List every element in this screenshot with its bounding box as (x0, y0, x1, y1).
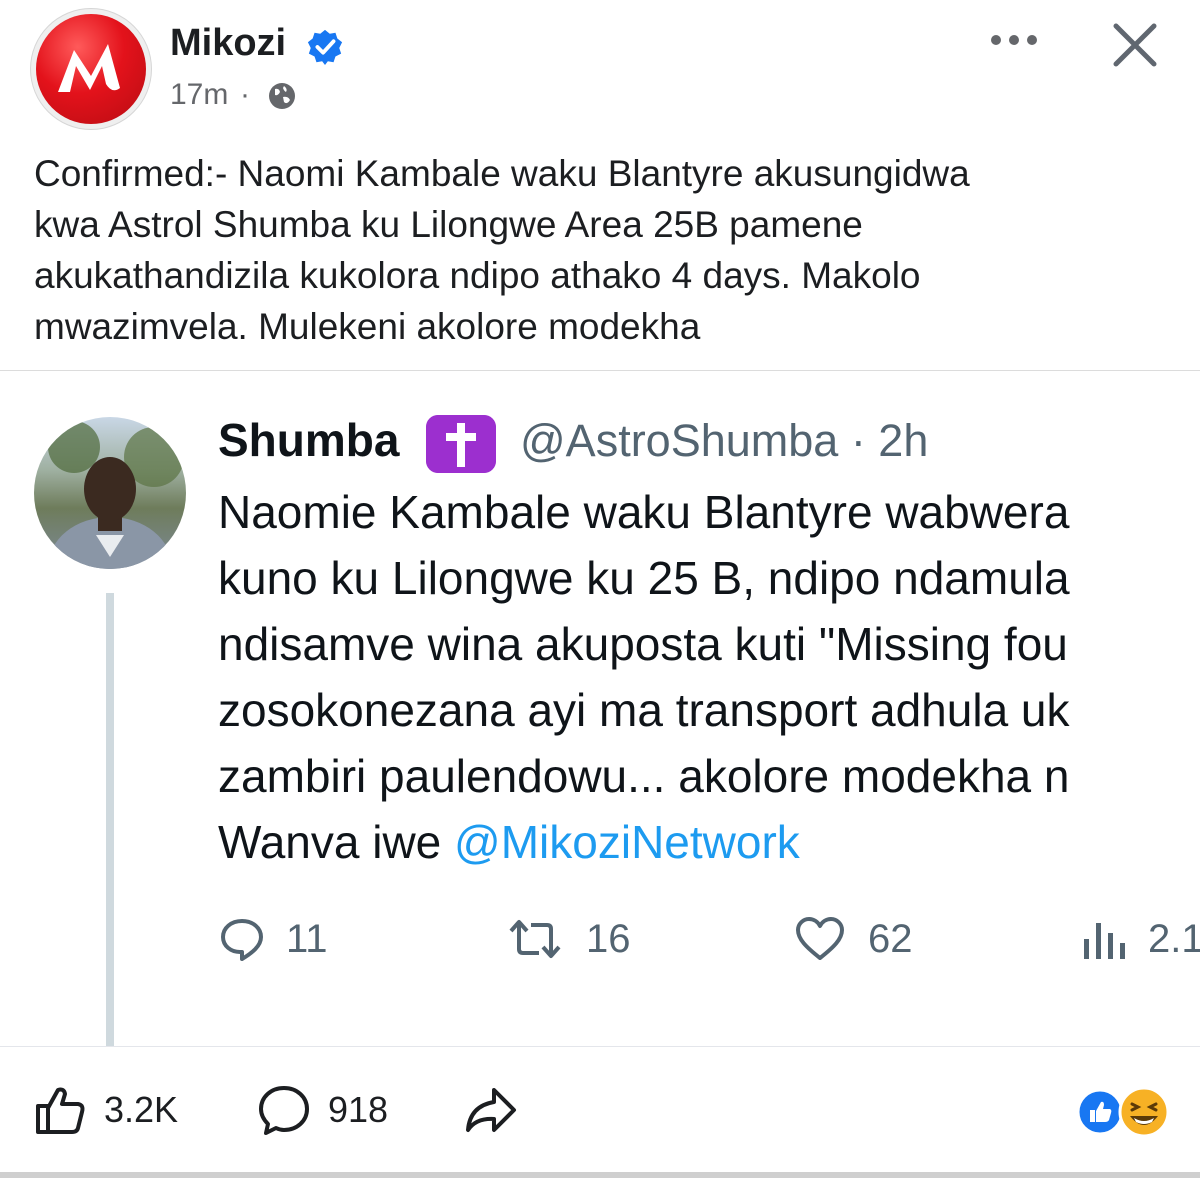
post-caption: Confirmed:- Naomi Kambale waku Blantyre … (34, 153, 970, 347)
like-count-footer: 3.2K (104, 1089, 179, 1130)
comment-icon (259, 1086, 309, 1135)
heart-icon (796, 917, 844, 960)
verified-badge-icon (307, 29, 343, 66)
globe-icon (269, 83, 295, 109)
like-count: 62 (868, 916, 913, 961)
haha-reaction-icon (1118, 1086, 1170, 1138)
tweet-avatar (34, 417, 186, 569)
retweet-count: 16 (586, 916, 631, 961)
tweet-retweet-button[interactable]: 16 (504, 911, 631, 967)
reply-count: 11 (286, 916, 328, 961)
latin-cross-icon (426, 415, 496, 473)
tweet-handle-time[interactable]: @AstroShumba · 2h (520, 415, 928, 467)
more-icon[interactable] (986, 20, 1042, 60)
mikozi-logo-icon (58, 44, 120, 92)
views-icon (1084, 923, 1125, 959)
comment-count: 918 (328, 1089, 389, 1130)
tweet-author-name[interactable]: Shumba (218, 413, 399, 467)
thread-line (106, 593, 114, 1047)
separator-dot: · (240, 78, 250, 111)
comment-button[interactable]: 918 (256, 1078, 388, 1142)
bottom-edge (0, 1172, 1200, 1178)
retweet-icon (509, 920, 561, 958)
tweet-reply-button[interactable]: 11 (218, 911, 328, 967)
reply-icon (221, 919, 263, 961)
share-button[interactable] (462, 1078, 518, 1142)
page-avatar[interactable] (36, 14, 146, 124)
reactions-summary[interactable] (1074, 1084, 1172, 1140)
share-icon (466, 1088, 516, 1132)
like-icon (36, 1087, 85, 1134)
tweet-text: Naomie Kambale waku Blantyre wabwera kuno… (218, 486, 1070, 868)
close-icon[interactable] (1108, 18, 1162, 72)
tweet-like-button[interactable]: 62 (792, 911, 913, 967)
views-count: 2.1 (1148, 916, 1200, 961)
like-button[interactable]: 3.2K (32, 1078, 178, 1142)
like-reaction-icon (1076, 1088, 1124, 1136)
page-name[interactable]: Mikozi (170, 22, 286, 65)
divider (0, 1046, 1200, 1047)
tweet-views-button[interactable]: 2.1 (1080, 911, 1200, 967)
post-time[interactable]: 17m (170, 78, 228, 112)
embedded-tweet-image[interactable]: Shumba @AstroShumba · 2h Naomie Kambale … (0, 370, 1200, 1047)
tweet-mention-link[interactable]: @MikoziNetwork (454, 816, 800, 868)
